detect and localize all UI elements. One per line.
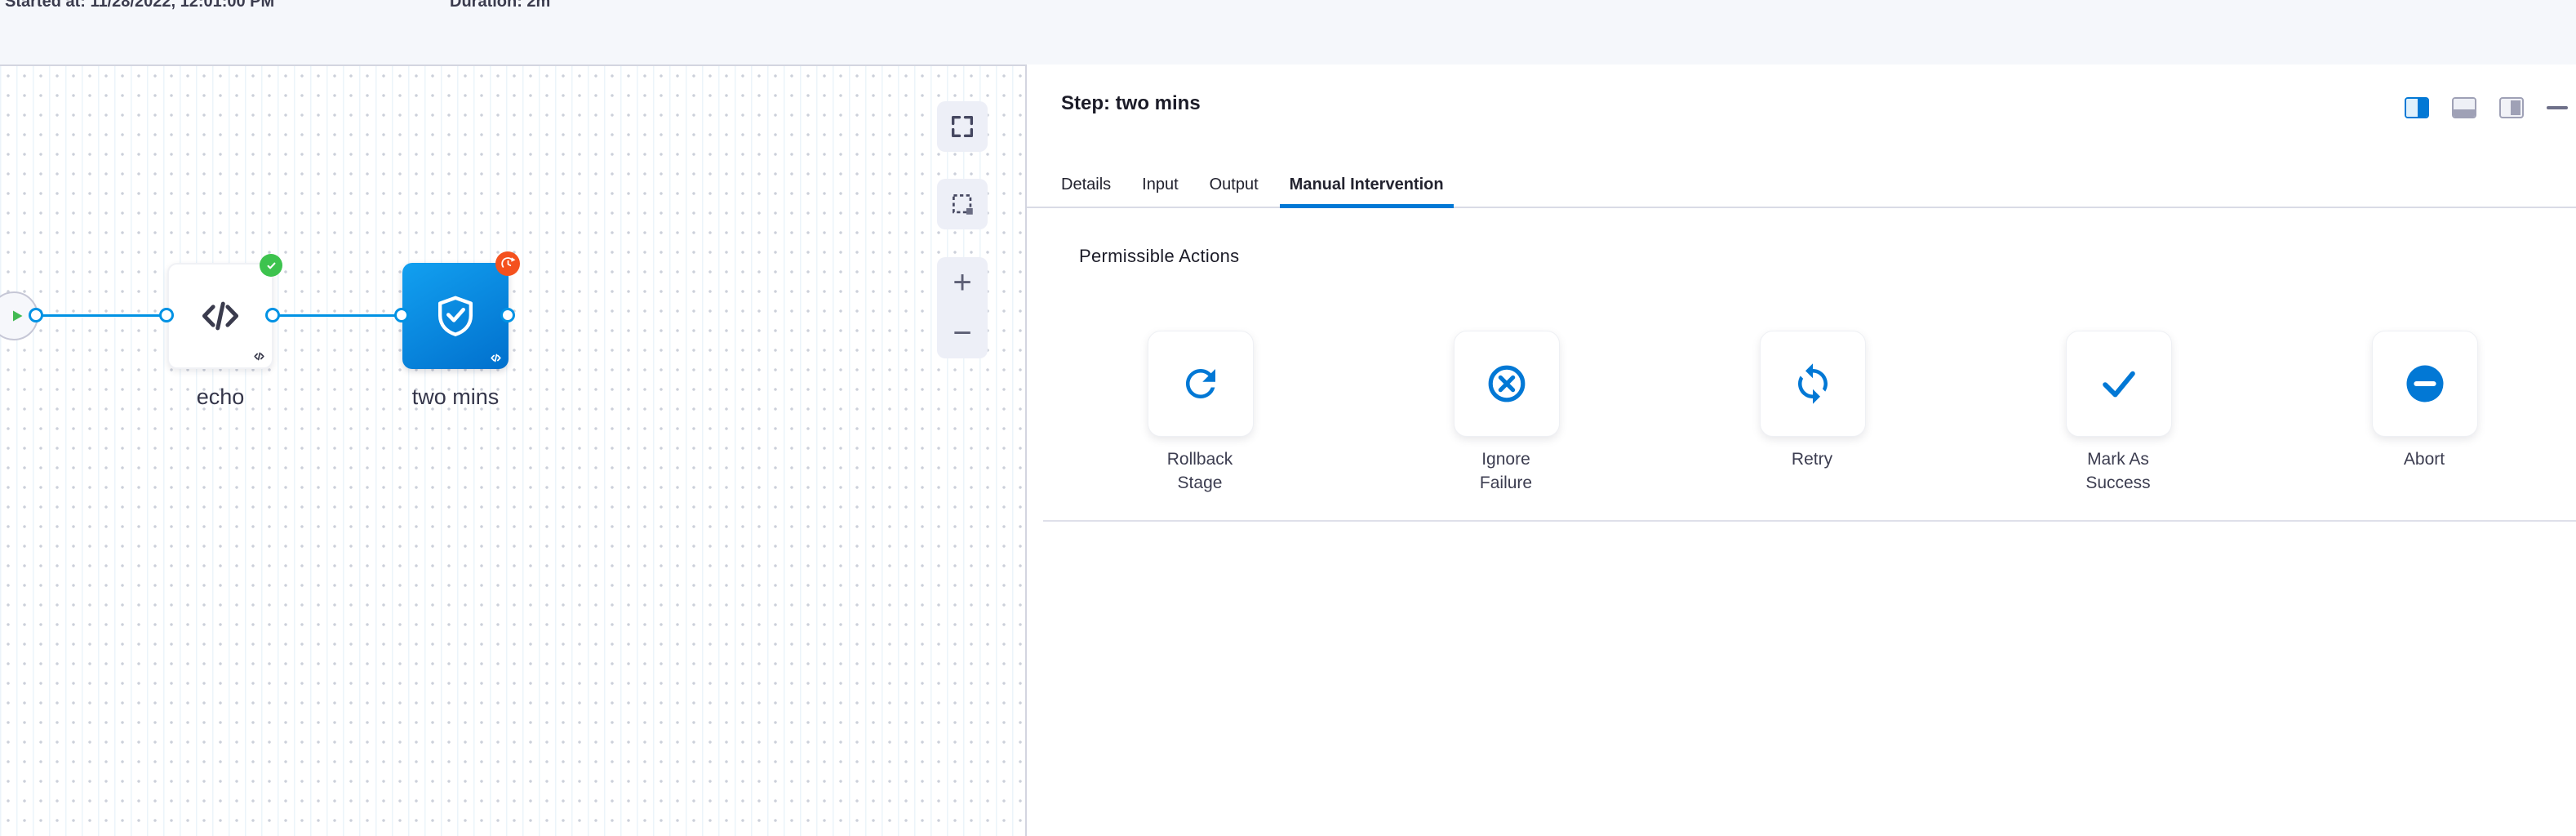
retry-icon — [1791, 362, 1835, 406]
rollback-stage-button[interactable] — [1148, 331, 1254, 437]
layout-bottom-icon[interactable] — [2452, 97, 2476, 118]
rollback-stage-label: Rollback Stage — [1153, 448, 1247, 496]
node-two-mins[interactable] — [402, 263, 509, 369]
duration-text: Duration: 2m — [450, 0, 550, 11]
marquee-select-button[interactable] — [937, 179, 988, 229]
zoom-controls: + − — [937, 257, 988, 358]
ignore-failure-label: Ignore Failure — [1459, 448, 1553, 496]
tab-manual-intervention[interactable]: Manual Intervention — [1280, 162, 1454, 207]
code-mini-icon — [253, 350, 265, 362]
node-echo[interactable] — [167, 263, 273, 369]
play-icon — [7, 306, 27, 326]
execution-meta-bar: Started at: 11/28/2022, 12:01:00 PM Dura… — [0, 0, 2576, 64]
mark-as-success-button[interactable] — [2066, 331, 2172, 437]
fullscreen-icon — [948, 113, 976, 140]
timer-badge-icon — [495, 251, 520, 276]
panel-tabs: Details Input Output Manual Intervention — [1027, 162, 2576, 208]
abort-icon — [2403, 362, 2447, 406]
edge-start-to-echo — [37, 314, 167, 317]
mark-as-success-icon — [2097, 362, 2141, 406]
abort-label: Abort — [2377, 448, 2472, 472]
shield-check-icon — [432, 292, 479, 340]
mark-as-success-label: Mark As Success — [2071, 448, 2165, 496]
zoom-in-button[interactable]: + — [937, 257, 988, 308]
section-divider — [1043, 520, 2576, 522]
layout-split-right-icon[interactable] — [2405, 97, 2429, 118]
marquee-select-icon — [948, 190, 976, 218]
panel-title: Step: two mins — [1061, 92, 1201, 115]
pipeline-canvas[interactable]: echo two mins + − — [0, 64, 1025, 836]
panel-header-icons — [2405, 97, 2568, 118]
success-badge-icon — [260, 254, 282, 277]
zoom-out-button[interactable]: − — [937, 308, 988, 358]
abort-button[interactable] — [2372, 331, 2478, 437]
app-root: Started at: 11/28/2022, 12:01:00 PM Dura… — [0, 0, 2576, 836]
node-label-two-mins[interactable]: two mins — [382, 385, 529, 410]
layout-drawer-right-icon[interactable] — [2499, 97, 2524, 118]
started-at-text: Started at: 11/28/2022, 12:01:00 PM — [5, 0, 274, 11]
port-start-out[interactable] — [29, 308, 43, 322]
rollback-stage-icon — [1179, 362, 1223, 406]
node-label-echo[interactable]: echo — [167, 385, 273, 410]
port-echo-out[interactable] — [265, 308, 280, 322]
tab-input[interactable]: Input — [1132, 162, 1188, 207]
minimize-icon[interactable] — [2547, 106, 2568, 109]
permissible-actions-title: Permissible Actions — [1079, 246, 1239, 267]
tab-output[interactable]: Output — [1200, 162, 1268, 207]
edge-echo-to-twomins — [273, 314, 402, 317]
port-twomins-out[interactable] — [500, 308, 515, 322]
ignore-failure-button[interactable] — [1454, 331, 1560, 437]
code-icon — [198, 293, 243, 339]
retry-label: Retry — [1765, 448, 1859, 472]
tab-details[interactable]: Details — [1051, 162, 1121, 207]
ignore-failure-icon — [1485, 362, 1529, 406]
fullscreen-button[interactable] — [937, 101, 988, 152]
retry-button[interactable] — [1760, 331, 1866, 437]
port-echo-in[interactable] — [159, 308, 174, 322]
step-details-panel: Step: two mins Details Input Output Manu… — [1027, 64, 2576, 836]
code-mini-icon — [490, 352, 502, 364]
port-twomins-in[interactable] — [394, 308, 409, 322]
